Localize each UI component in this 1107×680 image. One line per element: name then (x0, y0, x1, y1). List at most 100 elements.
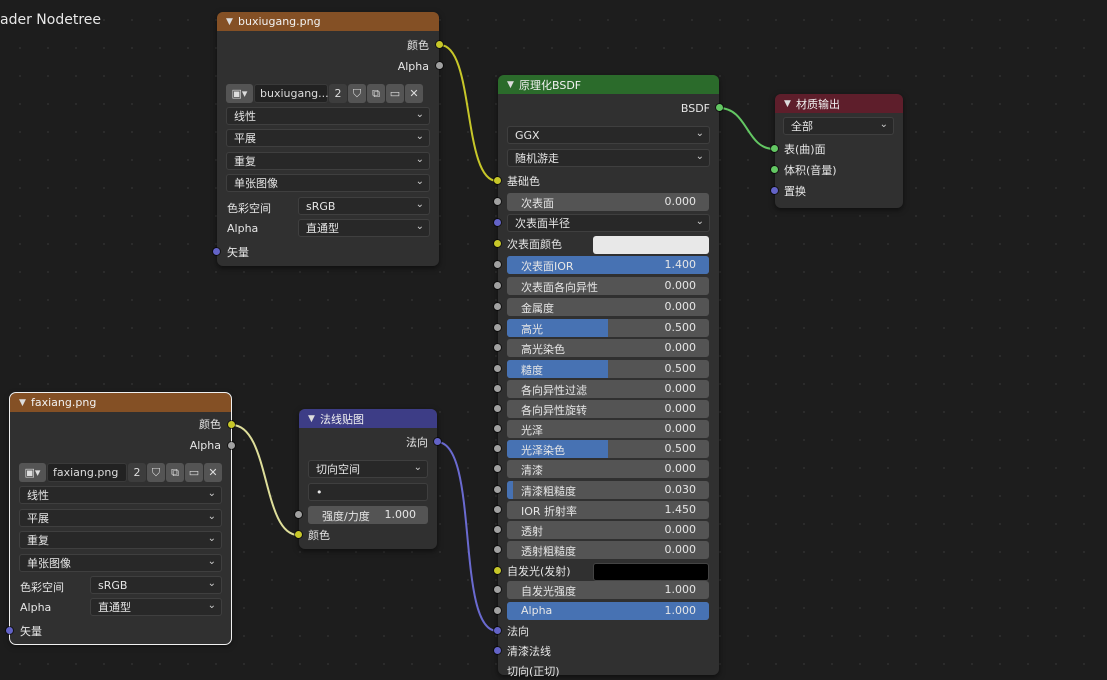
socket-output-color[interactable] (228, 421, 235, 428)
socket-output-color[interactable] (436, 41, 443, 48)
socket-input-specular[interactable] (494, 324, 501, 331)
material-output-node[interactable]: ▼ 材质输出 全部 ⌄ 表(曲)面 体积(音量) 置换 (775, 94, 903, 208)
socket-input-vector[interactable] (213, 248, 220, 255)
socket-input-alpha[interactable] (494, 607, 501, 614)
anisotropic-slider[interactable]: 各向异性过滤 0.000 (507, 380, 709, 398)
socket-output-bsdf[interactable] (716, 104, 723, 111)
node-header[interactable]: ▼ 原理化BSDF (498, 75, 719, 94)
extension-dropdown[interactable]: 重复 ⌄ (19, 531, 222, 549)
image-texture-node-buxiugang[interactable]: ▼ buxiugang.png 颜色 Alpha ▣▾ buxiugang...… (217, 12, 439, 266)
node-header[interactable]: ▼ 法线贴图 (299, 409, 437, 428)
node-header[interactable]: ▼ buxiugang.png (217, 12, 439, 31)
socket-output-alpha[interactable] (228, 442, 235, 449)
socket-input-emission-strength[interactable] (494, 586, 501, 593)
socket-input-subsurface-radius[interactable] (494, 219, 501, 226)
colorspace-dropdown[interactable]: sRGB ⌄ (90, 576, 222, 594)
subsurface-ior-slider[interactable]: 次表面IOR 1.400 (507, 256, 709, 274)
clearcoat-roughness-slider[interactable]: 清漆粗糙度 0.030 (507, 481, 709, 499)
fake-user-shield-icon[interactable]: ⛉ (348, 84, 366, 103)
transmission-roughness-slider[interactable]: 透射粗糙度 0.000 (507, 541, 709, 559)
distribution-dropdown[interactable]: GGX ⌄ (507, 126, 710, 144)
normal-map-node[interactable]: ▼ 法线贴图 法向 切向空间 ⌄ • 强度/力度 1.000 颜色 (299, 409, 437, 549)
socket-input-anisotropic[interactable] (494, 385, 501, 392)
interpolation-dropdown[interactable]: 线性 ⌄ (226, 107, 430, 125)
interpolation-dropdown[interactable]: 线性 ⌄ (19, 486, 222, 504)
socket-input-sheen[interactable] (494, 425, 501, 432)
anisotropic-rotation-slider[interactable]: 各向异性旋转 0.000 (507, 400, 709, 418)
socket-input-metallic[interactable] (494, 303, 501, 310)
socket-input-ior[interactable] (494, 506, 501, 513)
socket-input-emission[interactable] (494, 567, 501, 574)
alpha-slider[interactable]: Alpha 1.000 (507, 602, 709, 620)
clearcoat-slider[interactable]: 清漆 0.000 (507, 460, 709, 478)
socket-input-sheen-tint[interactable] (494, 445, 501, 452)
subsurface-slider[interactable]: 次表面 0.000 (507, 193, 709, 211)
strength-slider[interactable]: 强度/力度 1.000 (308, 506, 428, 524)
subsurface-radius-dropdown[interactable]: 次表面半径 ⌄ (507, 214, 710, 232)
emission-strength-slider[interactable]: 自发光强度 1.000 (507, 581, 709, 599)
socket-input-transmission-roughness[interactable] (494, 546, 501, 553)
roughness-slider[interactable]: 糙度 0.500 (507, 360, 709, 378)
socket-input-subsurface-ior[interactable] (494, 261, 501, 268)
duplicate-icon[interactable]: ⧉ (166, 463, 184, 482)
sheen-tint-slider[interactable]: 光泽染色 0.500 (507, 440, 709, 458)
projection-dropdown[interactable]: 平展 ⌄ (226, 129, 430, 147)
socket-input-base-color[interactable] (494, 177, 501, 184)
socket-input-clearcoat-normal[interactable] (494, 647, 501, 654)
specular-tint-slider[interactable]: 高光染色 0.000 (507, 339, 709, 357)
node-header[interactable]: ▼ 材质输出 (775, 94, 903, 113)
target-dropdown[interactable]: 全部 ⌄ (783, 117, 894, 135)
socket-input-anisotropic-rotation[interactable] (494, 405, 501, 412)
subsurface-color-swatch[interactable] (593, 236, 709, 254)
users-count[interactable]: 2 (329, 84, 347, 103)
sheen-slider[interactable]: 光泽 0.000 (507, 420, 709, 438)
collapse-chevron-icon[interactable]: ▼ (19, 398, 31, 408)
socket-input-vector[interactable] (6, 627, 13, 634)
emission-color-swatch[interactable] (593, 563, 709, 581)
open-folder-icon[interactable]: ▭ (386, 84, 404, 103)
collapse-chevron-icon[interactable]: ▼ (784, 99, 796, 109)
image-texture-node-faxiang[interactable]: ▼ faxiang.png 颜色 Alpha ▣▾ faxiang.png 2 … (9, 392, 232, 645)
socket-input-subsurface-color[interactable] (494, 240, 501, 247)
duplicate-icon[interactable]: ⧉ (367, 84, 385, 103)
alpha-mode-dropdown[interactable]: 直通型 ⌄ (90, 598, 222, 616)
collapse-chevron-icon[interactable]: ▼ (226, 17, 238, 27)
image-browse-icon[interactable]: ▣▾ (19, 463, 46, 482)
open-folder-icon[interactable]: ▭ (185, 463, 203, 482)
fake-user-shield-icon[interactable]: ⛉ (147, 463, 165, 482)
socket-input-roughness[interactable] (494, 365, 501, 372)
socket-input-volume[interactable] (771, 166, 778, 173)
transmission-slider[interactable]: 透射 0.000 (507, 521, 709, 539)
socket-input-specular-tint[interactable] (494, 344, 501, 351)
socket-input-normal[interactable] (494, 627, 501, 634)
subsurface-anisotropy-slider[interactable]: 次表面各向异性 0.000 (507, 277, 709, 295)
specular-slider[interactable]: 高光 0.500 (507, 319, 709, 337)
unlink-close-icon[interactable]: ✕ (204, 463, 222, 482)
socket-output-alpha[interactable] (436, 62, 443, 69)
space-dropdown[interactable]: 切向空间 ⌄ (308, 460, 428, 478)
users-count[interactable]: 2 (128, 463, 146, 482)
image-name-field[interactable]: faxiang.png (47, 463, 127, 482)
principled-bsdf-node[interactable]: ▼ 原理化BSDF BSDF GGX ⌄ 随机游走 ⌄ 基础色 次表面 0.000 次… (498, 75, 719, 678)
socket-input-color[interactable] (295, 531, 302, 538)
alpha-mode-dropdown[interactable]: 直通型 ⌄ (298, 219, 430, 237)
unlink-close-icon[interactable]: ✕ (405, 84, 423, 103)
extension-dropdown[interactable]: 重复 ⌄ (226, 152, 430, 170)
socket-input-displacement[interactable] (771, 187, 778, 194)
ior-slider[interactable]: IOR 折射率 1.450 (507, 501, 709, 519)
socket-input-transmission[interactable] (494, 526, 501, 533)
socket-input-clearcoat-roughness[interactable] (494, 486, 501, 493)
socket-input-strength[interactable] (295, 511, 302, 518)
node-header[interactable]: ▼ faxiang.png (10, 393, 231, 412)
subsurface-method-dropdown[interactable]: 随机游走 ⌄ (507, 149, 710, 167)
socket-output-normal[interactable] (434, 438, 441, 445)
source-dropdown[interactable]: 单张图像 ⌄ (226, 174, 430, 192)
socket-input-subsurface-anisotropy[interactable] (494, 282, 501, 289)
image-name-field[interactable]: buxiugang.... (254, 84, 332, 103)
source-dropdown[interactable]: 单张图像 ⌄ (19, 554, 222, 572)
collapse-chevron-icon[interactable]: ▼ (308, 414, 320, 424)
socket-input-clearcoat[interactable] (494, 465, 501, 472)
projection-dropdown[interactable]: 平展 ⌄ (19, 509, 222, 527)
socket-input-subsurface[interactable] (494, 198, 501, 205)
metallic-slider[interactable]: 金属度 0.000 (507, 298, 709, 316)
